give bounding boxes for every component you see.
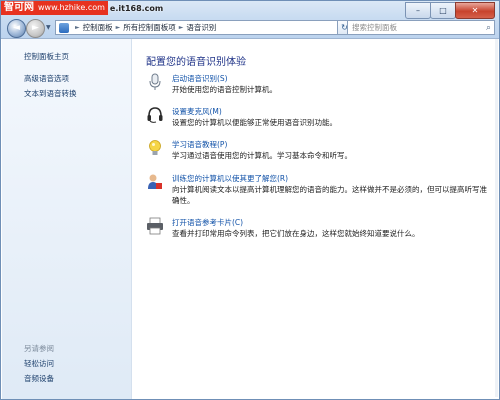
search-placeholder: 搜索控制面板	[352, 23, 397, 32]
user-train-icon	[148, 174, 162, 189]
window: – □ ✕ ◄ ► ▼ ► 控制面板 ► 所有控制面板项 ► 语音识别 ↻ 搜索…	[0, 0, 500, 400]
sidebar-item-control-panel-home[interactable]: 控制面板主页	[24, 51, 69, 62]
breadcrumb-control-panel[interactable]: 控制面板	[83, 22, 113, 33]
breadcrumb-separator-icon[interactable]: ►	[116, 24, 121, 31]
window-controls: – □ ✕	[405, 2, 495, 19]
maximize-button[interactable]: □	[430, 2, 456, 19]
breadcrumb-separator-icon[interactable]: ►	[75, 24, 80, 31]
search-input[interactable]: 搜索控制面板 ⌕	[347, 20, 495, 35]
minimize-button[interactable]: –	[405, 2, 431, 19]
sidebar-item-text-to-speech[interactable]: 文本到语音转换	[24, 88, 77, 99]
breadcrumb-speech-recognition[interactable]: 语音识别	[186, 22, 216, 33]
recent-pages-dropdown[interactable]: ▼	[46, 24, 51, 31]
sidebar-item-advanced-speech-options[interactable]: 高级语音选项	[24, 73, 69, 84]
control-panel-icon	[59, 22, 69, 33]
site-watermark: 智可网 www.hzhike.com e.it168.com	[1, 1, 163, 15]
back-button[interactable]: ◄	[7, 19, 26, 38]
speech-tutorial-link[interactable]: 学习语音教程(P)	[172, 139, 227, 150]
start-speech-recognition-link[interactable]: 启动语音识别(S)	[172, 73, 228, 84]
watermark-logo: 智可网	[1, 1, 37, 15]
forward-button[interactable]: ►	[26, 19, 45, 38]
train-computer-desc: 向计算机阅读文本以提高计算机理解您的语音的能力。这样做并不是必须的，但可以提高听…	[172, 185, 487, 205]
headset-icon	[147, 107, 163, 123]
speech-tutorial-desc: 学习通过语音使用您的计算机。学习基本命令和听写。	[172, 151, 352, 160]
window-border-right	[495, 39, 498, 397]
sidebar-item-ease-of-access[interactable]: 轻松访问	[24, 358, 54, 369]
microphone-icon	[149, 73, 161, 90]
watermark-url-secondary: e.it168.com	[109, 3, 164, 13]
sidebar-item-audio-devices[interactable]: 音频设备	[24, 373, 54, 384]
sidebar: 控制面板主页 高级语音选项 文本到语音转换 另请参阅 轻松访问 音频设备	[2, 39, 132, 399]
search-icon[interactable]: ⌕	[486, 23, 491, 33]
navigation-bar: ◄ ► ▼ ► 控制面板 ► 所有控制面板项 ► 语音识别 ↻ 搜索控制面板 ⌕	[1, 18, 499, 38]
main-content: 配置您的语音识别体验 启动语音识别(S) 开始使用您的语音控制计算机。 设置麦克…	[132, 39, 498, 399]
see-also-label: 另请参阅	[24, 344, 54, 353]
address-bar[interactable]: ► 控制面板 ► 所有控制面板项 ► 语音识别	[55, 20, 338, 35]
lightbulb-icon	[149, 140, 161, 155]
close-button[interactable]: ✕	[455, 2, 495, 19]
setup-microphone-link[interactable]: 设置麦克风(M)	[172, 106, 222, 117]
page-title: 配置您的语音识别体验	[146, 57, 246, 68]
speech-reference-card-link[interactable]: 打开语音参考卡片(C)	[172, 217, 243, 228]
start-speech-recognition-desc: 开始使用您的语音控制计算机。	[172, 85, 277, 94]
train-computer-link[interactable]: 训练您的计算机以使其更了解您(R)	[172, 173, 288, 184]
setup-microphone-desc: 设置您的计算机以便能够正常使用语音识别功能。	[172, 118, 337, 127]
breadcrumb-all-items[interactable]: 所有控制面板项	[123, 22, 176, 33]
printer-icon	[147, 217, 163, 235]
watermark-url: www.hzhike.com	[37, 1, 108, 15]
speech-reference-card-desc: 查看并打印常用命令列表，把它们放在身边，这样您就始终知道要说什么。	[172, 229, 420, 238]
breadcrumb-separator-icon[interactable]: ►	[179, 24, 184, 31]
